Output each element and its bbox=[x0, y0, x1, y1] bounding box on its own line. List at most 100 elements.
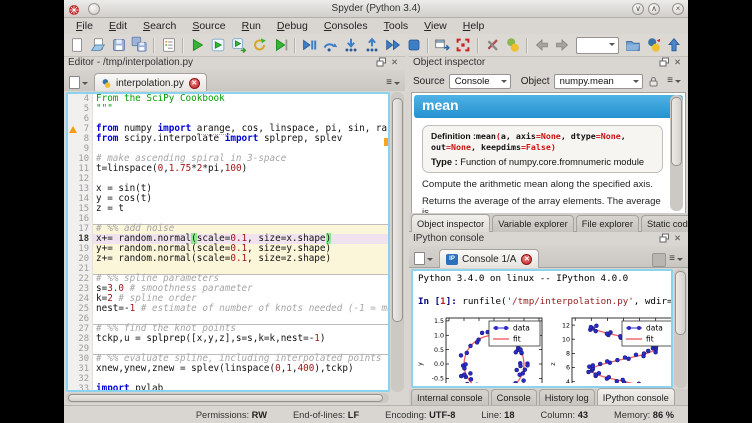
fullscreen-icon[interactable] bbox=[453, 35, 474, 55]
new-file-icon[interactable] bbox=[67, 35, 88, 55]
browse-working-directory-icon[interactable] bbox=[622, 35, 643, 55]
save-all-icon[interactable] bbox=[129, 35, 150, 55]
object-label: Object bbox=[521, 76, 550, 87]
inspector-float-icon[interactable] bbox=[658, 57, 671, 69]
run-cell-icon[interactable] bbox=[208, 35, 229, 55]
code-area[interactable]: 4From the SciPy Cookbook5"""67from numpy… bbox=[66, 92, 390, 392]
status-column: Column: 43 bbox=[541, 410, 589, 420]
right-column: Object inspector ✕ Source Console Object… bbox=[409, 55, 688, 405]
code-line-11: 11t=linspace(0,1.75*2*pi,100) bbox=[68, 164, 388, 174]
run-cell-advance-icon[interactable] bbox=[229, 35, 250, 55]
docstring-paragraph-1: Compute the arithmetic mean along the sp… bbox=[422, 179, 663, 190]
code-line-33: 33import pylab bbox=[68, 384, 388, 392]
svg-text:12: 12 bbox=[562, 322, 570, 329]
tab-ipython-console[interactable]: IPython console bbox=[597, 388, 675, 406]
editor-tab-interpolation[interactable]: interpolation.py ✕ bbox=[94, 73, 207, 92]
console-options-icon[interactable]: ≡ bbox=[666, 250, 686, 267]
toolbar-separator bbox=[526, 38, 528, 53]
set-console-directory-icon[interactable] bbox=[643, 35, 664, 55]
continue-icon[interactable] bbox=[382, 35, 403, 55]
menu-source[interactable]: Source bbox=[184, 19, 233, 33]
editor-close-icon[interactable]: ✕ bbox=[388, 57, 401, 69]
code-line-4: 4From the SciPy Cookbook bbox=[68, 94, 388, 104]
preferences-icon[interactable] bbox=[482, 35, 503, 55]
menu-help[interactable]: Help bbox=[455, 19, 493, 33]
editor-float-icon[interactable] bbox=[375, 57, 388, 69]
editor-vscrollbar[interactable] bbox=[391, 92, 404, 392]
menu-search[interactable]: Search bbox=[135, 19, 184, 33]
tab-file-explorer[interactable]: File explorer bbox=[576, 215, 639, 232]
plot-figure-1: 1.51.00.50.0-0.5-1.0-1.5ydatafit bbox=[415, 311, 548, 383]
docstring-paragraph-2: Returns the average of the array element… bbox=[422, 196, 663, 214]
console-input-line: In [1]: runfile('/tmp/interpolation.py',… bbox=[413, 294, 671, 307]
warning-icon bbox=[69, 126, 77, 133]
stop-icon[interactable] bbox=[403, 35, 424, 55]
svg-text:0.5: 0.5 bbox=[434, 347, 444, 354]
source-select[interactable]: Console bbox=[449, 74, 511, 89]
maximize-pane-icon[interactable] bbox=[432, 35, 453, 55]
menu-view[interactable]: View bbox=[416, 19, 455, 33]
menu-debug[interactable]: Debug bbox=[269, 19, 316, 33]
console-tabbar: IP Console 1/A ✕ ≡ bbox=[409, 246, 688, 268]
inspector-options-icon[interactable]: ≡ bbox=[664, 73, 684, 90]
save-icon[interactable] bbox=[109, 35, 130, 55]
step-out-icon[interactable] bbox=[362, 35, 383, 55]
screen: Spyder (Python 3.4) ∨ ∧ × FileEditSearch… bbox=[64, 0, 688, 423]
console-tab-close-icon[interactable]: ✕ bbox=[521, 254, 532, 265]
working-directory-combo[interactable] bbox=[576, 37, 620, 54]
main-toolbar bbox=[64, 34, 688, 57]
run-selection-icon[interactable] bbox=[270, 35, 291, 55]
ipython-icon: IP bbox=[446, 254, 458, 265]
step-over-icon[interactable] bbox=[320, 35, 341, 55]
console-vscrollbar[interactable] bbox=[674, 269, 687, 388]
menu-run[interactable]: Run bbox=[234, 19, 269, 33]
toolbar-separator bbox=[477, 38, 479, 53]
plot-figure-2: 12108642zdatafit bbox=[548, 311, 671, 383]
editor-options-icon[interactable]: ≡ bbox=[383, 74, 403, 91]
tab-static-code-analysis[interactable]: Static code analysis bbox=[641, 215, 688, 232]
tab-internal-console[interactable]: Internal console bbox=[411, 389, 489, 406]
run-icon[interactable] bbox=[187, 35, 208, 55]
svg-text:8: 8 bbox=[566, 351, 570, 358]
console-text-area[interactable]: Python 3.4.0 on linux -- IPython 4.0.0 I… bbox=[411, 269, 673, 388]
ipython-console-pane: IPython console ✕ IP Console 1/A ✕ ≡ bbox=[409, 231, 688, 389]
parent-directory-icon[interactable] bbox=[664, 35, 685, 55]
titlebar[interactable]: Spyder (Python 3.4) ∨ ∧ × bbox=[64, 0, 688, 18]
run-again-icon[interactable] bbox=[249, 35, 270, 55]
menu-file[interactable]: File bbox=[68, 19, 101, 33]
browse-tabs-button[interactable] bbox=[66, 74, 91, 91]
editor-hscrollbar[interactable] bbox=[66, 393, 389, 403]
editor-tab-label: interpolation.py bbox=[116, 78, 184, 89]
definition-box: Definition :mean(a, axis=None, dtype=Non… bbox=[422, 125, 663, 173]
inspector-vscrollbar[interactable] bbox=[670, 95, 683, 211]
back-icon[interactable] bbox=[531, 35, 552, 55]
lock-icon[interactable] bbox=[647, 75, 660, 87]
step-into-icon[interactable] bbox=[341, 35, 362, 55]
tab-history-log[interactable]: History log bbox=[539, 389, 595, 406]
console-close-icon[interactable]: ✕ bbox=[671, 233, 684, 245]
console-float-icon[interactable] bbox=[658, 233, 671, 245]
warning-flag-marker bbox=[384, 138, 388, 146]
menu-consoles[interactable]: Consoles bbox=[316, 19, 376, 33]
tab-console[interactable]: Console bbox=[491, 389, 537, 406]
debug-icon[interactable] bbox=[299, 35, 320, 55]
interrupt-kernel-icon[interactable] bbox=[652, 253, 666, 267]
inspector-source-row: Source Console Object numpy.mean ≡ bbox=[409, 70, 688, 92]
forward-icon[interactable] bbox=[552, 35, 573, 55]
open-file-icon[interactable] bbox=[88, 35, 109, 55]
menu-tools[interactable]: Tools bbox=[376, 19, 417, 33]
menu-edit[interactable]: Edit bbox=[101, 19, 135, 33]
definition-label: Definition : bbox=[431, 131, 476, 141]
tab-variable-explorer[interactable]: Variable explorer bbox=[492, 215, 574, 232]
file-switcher-icon[interactable] bbox=[158, 35, 179, 55]
tab-close-icon[interactable]: ✕ bbox=[189, 78, 200, 89]
pythonpath-manager-icon[interactable] bbox=[502, 35, 523, 55]
inspector-close-icon[interactable]: ✕ bbox=[671, 57, 684, 69]
object-input[interactable]: numpy.mean bbox=[554, 74, 644, 89]
tab-object-inspector[interactable]: Object inspector bbox=[411, 214, 490, 232]
console-browse-tabs-button[interactable] bbox=[411, 250, 436, 267]
editor-pane-header: Editor - /tmp/interpolation.py ✕ bbox=[64, 55, 405, 70]
code-line-20: 20z+= random.normal(scale=0.1, size=z.sh… bbox=[68, 254, 388, 264]
console-pane-header: IPython console ✕ bbox=[409, 231, 688, 246]
console-tab-1a[interactable]: IP Console 1/A ✕ bbox=[439, 249, 539, 268]
